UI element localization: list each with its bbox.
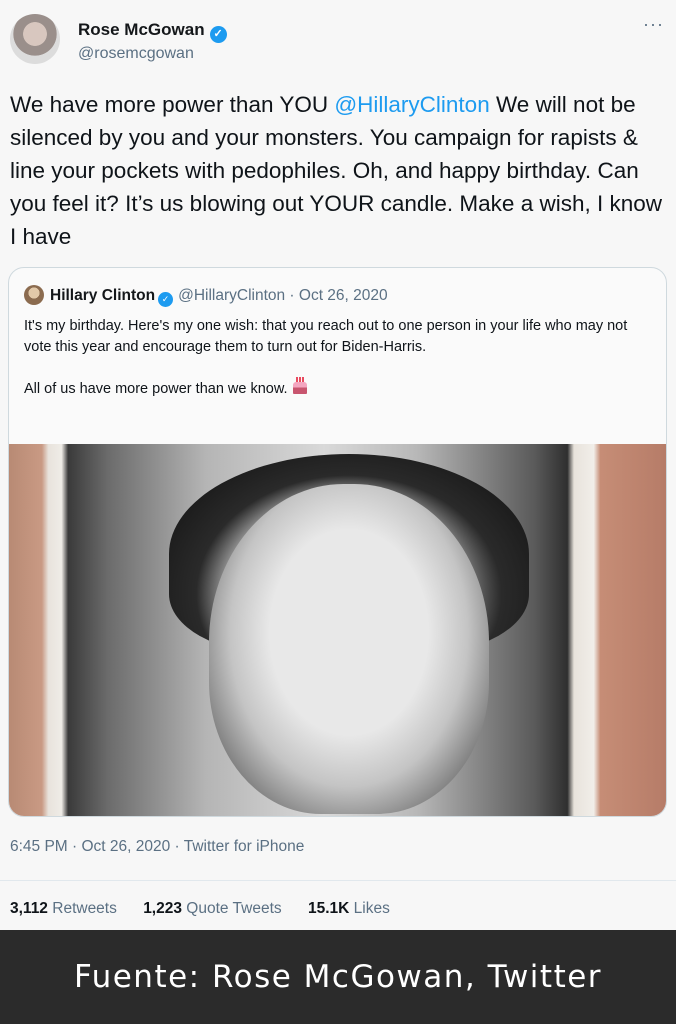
likes-label: Likes bbox=[353, 900, 390, 917]
quote-tweets-stat[interactable]: 1,223 Quote Tweets bbox=[143, 900, 281, 917]
quoted-tweet-paragraph: All of us have more power than we know. bbox=[24, 377, 654, 400]
quoted-author-avatar[interactable] bbox=[24, 285, 44, 305]
quoted-tweet[interactable]: Hillary Clinton ✓ @HillaryClinton · Oct 26… bbox=[8, 267, 667, 817]
quoted-author-meta: @HillaryClinton · Oct 26, 2020 bbox=[178, 287, 388, 304]
source-caption: Fuente: Rose McGowan, Twitter bbox=[73, 959, 603, 995]
caption-bar: Fuente: Rose McGowan, Twitter bbox=[0, 930, 676, 1024]
quoted-tweet-text: It's my birthday. Here's my one wish: th… bbox=[24, 316, 654, 421]
author-name-row[interactable]: Rose McGowan ✓ bbox=[78, 20, 227, 43]
tweet-timestamp[interactable]: 6:45 PM · Oct 26, 2020 · Twitter for iPh… bbox=[10, 838, 304, 856]
author-handle[interactable]: @rosemcgowan bbox=[78, 45, 194, 63]
quoted-verified-badge-icon: ✓ bbox=[158, 292, 174, 307]
mention-link[interactable]: @HillaryClinton bbox=[334, 92, 489, 117]
photo-face bbox=[209, 484, 489, 814]
retweets-stat[interactable]: 3,112 Retweets bbox=[10, 900, 117, 917]
verified-badge-icon: ✓ bbox=[209, 26, 227, 43]
retweets-label: Retweets bbox=[52, 900, 117, 917]
stats-divider bbox=[0, 880, 676, 881]
tweet-text-start: We have more power than YOU bbox=[10, 92, 335, 117]
quoted-tweet-paragraph-text: All of us have more power than we know. bbox=[24, 381, 288, 397]
quote-tweets-count: 1,223 bbox=[143, 900, 182, 917]
likes-count: 15.1K bbox=[307, 900, 350, 917]
author-avatar[interactable] bbox=[10, 14, 60, 64]
likes-stat[interactable]: 15.1K Likes bbox=[308, 900, 390, 917]
tweet-card: Rose McGowan ✓ @rosemcgowan ··· We have m… bbox=[0, 0, 676, 930]
birthday-cake-icon bbox=[292, 377, 307, 394]
author-name[interactable]: Rose McGowan bbox=[78, 20, 205, 39]
quoted-tweet-paragraph: It's my birthday. Here's my one wish: th… bbox=[24, 318, 628, 355]
tweet-stats: 3,112 Retweets 1,223 Quote Tweets 15.1K … bbox=[10, 900, 412, 918]
more-options-icon[interactable]: ··· bbox=[643, 14, 664, 35]
quoted-tweet-header: Hillary Clinton ✓ @HillaryClinton · Oct 26… bbox=[24, 285, 388, 307]
quoted-tweet-photo[interactable] bbox=[9, 444, 666, 816]
quoted-author-name[interactable]: Hillary Clinton bbox=[50, 287, 155, 304]
quote-tweets-label: Quote Tweets bbox=[186, 900, 282, 917]
retweets-count: 3,112 bbox=[10, 900, 48, 917]
tweet-text: We have more power than YOU @HillaryClin… bbox=[10, 88, 665, 253]
